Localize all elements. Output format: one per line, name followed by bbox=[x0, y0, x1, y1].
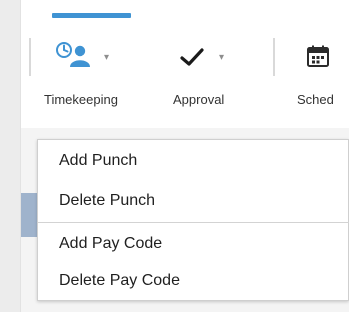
menu-item-add-pay-code[interactable]: Add Pay Code bbox=[38, 225, 349, 263]
menu-item-delete-punch[interactable]: Delete Punch bbox=[38, 182, 349, 220]
left-edge-panel bbox=[0, 0, 21, 312]
checkmark-icon bbox=[180, 47, 204, 67]
timekeeping-label: Timekeeping bbox=[44, 92, 118, 107]
timekeeping-dropdown-menu: Add Punch Delete Punch Add Pay Code Dele… bbox=[37, 139, 349, 301]
approval-tool[interactable]: ▾ Approval bbox=[160, 0, 256, 128]
schedule-label: Sched bbox=[297, 92, 334, 107]
menu-item-delete-pay-code[interactable]: Delete Pay Code bbox=[38, 262, 349, 300]
menu-separator bbox=[38, 222, 349, 223]
toolbar-divider bbox=[29, 38, 31, 76]
chevron-down-icon: ▾ bbox=[104, 52, 110, 63]
chevron-down-icon: ▾ bbox=[219, 52, 225, 63]
menu-item-add-punch[interactable]: Add Punch bbox=[38, 142, 349, 180]
timekeeping-icon bbox=[55, 41, 95, 71]
approval-label: Approval bbox=[173, 92, 225, 107]
calendar-icon bbox=[306, 44, 330, 68]
toolbar-divider bbox=[273, 38, 275, 76]
timekeeping-tool[interactable]: ▾ Timekeeping bbox=[40, 0, 152, 128]
schedule-tool[interactable]: Sched bbox=[282, 0, 349, 128]
